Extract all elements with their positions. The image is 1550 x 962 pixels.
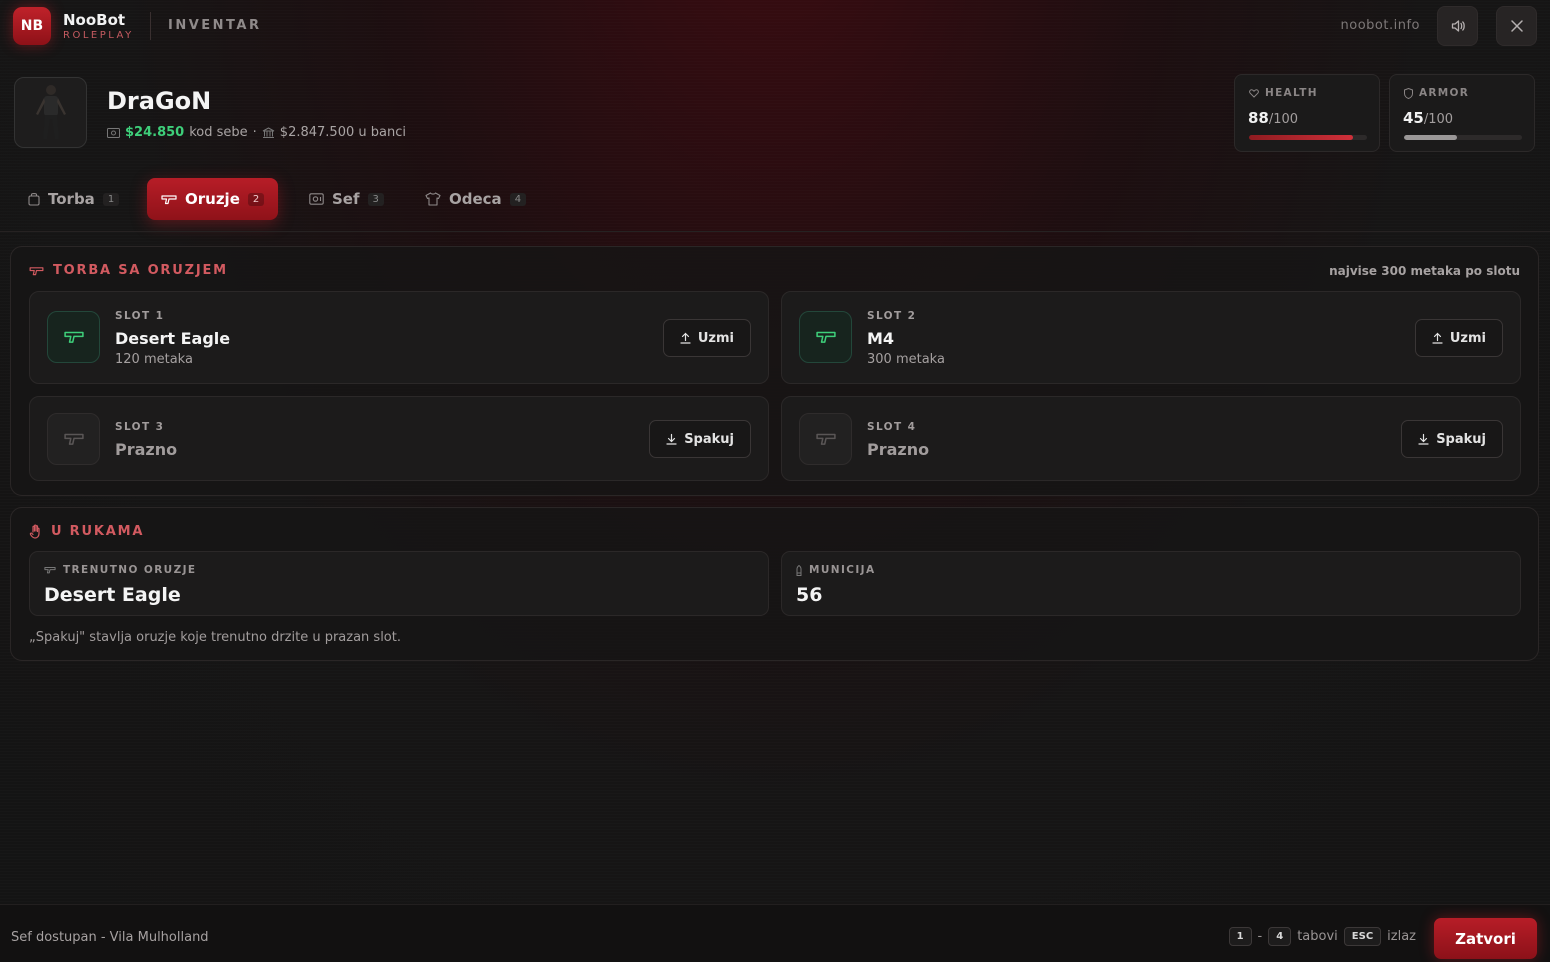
gun-icon bbox=[63, 331, 84, 343]
gun-icon bbox=[44, 566, 56, 574]
safe-status: Sef dostupan - Vila Mulholland bbox=[11, 930, 209, 945]
upload-icon bbox=[680, 332, 691, 344]
upload-icon bbox=[1432, 332, 1443, 344]
gun-icon bbox=[29, 266, 44, 275]
brand-subtitle: ROLEPLAY bbox=[63, 30, 134, 41]
health-bar bbox=[1249, 135, 1367, 140]
slot-2-ammo: 300 metaka bbox=[867, 352, 945, 367]
tab-sef[interactable]: Sef 3 bbox=[295, 178, 398, 220]
armor-bar bbox=[1404, 135, 1522, 140]
current-weapon-value: Desert Eagle bbox=[44, 584, 181, 606]
slot-4-pack-button[interactable]: Spakuj bbox=[1401, 420, 1503, 458]
heart-icon bbox=[1249, 88, 1259, 98]
brand-name: NooBot bbox=[63, 11, 126, 29]
brand-separator bbox=[150, 12, 151, 40]
close-icon bbox=[1510, 20, 1523, 32]
bank-icon bbox=[262, 126, 275, 138]
slot-1-label: SLOT 1 bbox=[115, 310, 165, 322]
slot-4-label: SLOT 4 bbox=[867, 421, 917, 433]
money-line: $24.850 kod sebe · $2.847.500 u banci bbox=[107, 125, 406, 140]
bag-icon bbox=[28, 193, 40, 206]
armor-bar-fill bbox=[1404, 135, 1458, 140]
pack-hint: „Spakuj" stavlja oruzje koje trenutno dr… bbox=[29, 630, 401, 645]
keyboard-hints: 1 - 4 tabovi ESC izlaz bbox=[1228, 927, 1416, 946]
health-label: HEALTH bbox=[1249, 87, 1318, 99]
key-4: 4 bbox=[1268, 927, 1292, 946]
key-esc: ESC bbox=[1343, 927, 1382, 946]
slot-1-take-button[interactable]: Uzmi bbox=[662, 319, 751, 357]
sound-button[interactable] bbox=[1437, 6, 1478, 46]
slot-2-label: SLOT 2 bbox=[867, 310, 917, 322]
tab-divider bbox=[0, 231, 1550, 232]
money-separator: · bbox=[252, 125, 257, 140]
gun-icon bbox=[815, 331, 836, 343]
key-1: 1 bbox=[1228, 927, 1252, 946]
weapon-slot-2: SLOT 2 M4 300 metaka Uzmi bbox=[781, 291, 1521, 384]
avatar bbox=[14, 77, 87, 148]
bullet-icon bbox=[796, 564, 802, 576]
safe-icon bbox=[309, 193, 324, 205]
close-inventory-button[interactable]: Zatvori bbox=[1434, 918, 1537, 959]
current-weapon-label: TRENUTNO ORUZJE bbox=[44, 564, 197, 576]
slot-capacity-note: najvise 300 metaka po slotu bbox=[1329, 264, 1520, 278]
player-name: DraGoN bbox=[107, 87, 212, 115]
in-hands-panel: U RUKAMA TRENUTNO ORUZJE Desert Eagle MU… bbox=[10, 507, 1539, 661]
weapon-slot-4: SLOT 4 Prazno Spakuj bbox=[781, 396, 1521, 481]
slot-1-icon bbox=[47, 311, 100, 363]
gun-icon bbox=[161, 194, 177, 204]
tab-torba[interactable]: Torba 1 bbox=[14, 178, 133, 220]
slot-3-label: SLOT 3 bbox=[115, 421, 165, 433]
banknote-icon bbox=[107, 127, 120, 138]
armor-value: 45/100 bbox=[1403, 109, 1454, 127]
weapon-slot-3: SLOT 3 Prazno Spakuj bbox=[29, 396, 769, 481]
key-range-dash: - bbox=[1257, 929, 1263, 944]
shirt-icon bbox=[425, 192, 441, 206]
slot-2-weapon: M4 bbox=[867, 329, 895, 348]
character-figure-icon bbox=[35, 84, 66, 139]
slot-3-icon bbox=[47, 413, 100, 465]
speaker-icon bbox=[1451, 20, 1465, 32]
weapon-slot-1: SLOT 1 Desert Eagle 120 metaka Uzmi bbox=[29, 291, 769, 384]
close-button[interactable] bbox=[1496, 6, 1537, 46]
ammo-value: 56 bbox=[796, 584, 823, 606]
health-card: HEALTH 88/100 bbox=[1234, 74, 1380, 152]
shield-icon bbox=[1404, 87, 1413, 99]
weapons-bag-panel: TORBA SA ORUZJEM najvise 300 metaka po s… bbox=[10, 246, 1539, 496]
logo-badge: NB bbox=[13, 7, 51, 45]
health-value: 88/100 bbox=[1248, 109, 1299, 127]
hand-icon bbox=[29, 524, 40, 539]
slot-1-weapon: Desert Eagle bbox=[115, 329, 231, 348]
health-bar-fill bbox=[1249, 135, 1353, 140]
ammo-label: MUNICIJA bbox=[796, 564, 876, 576]
slot-3-weapon: Prazno bbox=[115, 440, 178, 459]
slot-1-ammo: 120 metaka bbox=[115, 352, 193, 367]
tab-odeca[interactable]: Odeca 4 bbox=[411, 178, 540, 220]
armor-label: ARMOR bbox=[1404, 87, 1469, 99]
esc-hint-label: izlaz bbox=[1387, 929, 1416, 944]
current-weapon-card: TRENUTNO ORUZJE Desert Eagle bbox=[29, 551, 769, 616]
footer-bar: Sef dostupan - Vila Mulholland 1 - 4 tab… bbox=[0, 904, 1550, 962]
top-bar: NB NooBot ROLEPLAY INVENTAR noobot.info bbox=[0, 0, 1550, 52]
tabs-hint-label: tabovi bbox=[1297, 929, 1338, 944]
tab-oruzje[interactable]: Oruzje 2 bbox=[147, 178, 279, 220]
slot-4-weapon: Prazno bbox=[867, 440, 930, 459]
weapons-panel-title: TORBA SA ORUZJEM bbox=[29, 263, 228, 278]
bank-amount: $2.847.500 u banci bbox=[279, 125, 406, 140]
slot-3-pack-button[interactable]: Spakuj bbox=[649, 420, 751, 458]
gun-icon bbox=[815, 433, 836, 445]
hands-panel-title: U RUKAMA bbox=[29, 524, 144, 539]
page-title: INVENTAR bbox=[168, 18, 262, 33]
download-icon bbox=[1418, 433, 1429, 445]
site-link[interactable]: noobot.info bbox=[1341, 18, 1420, 33]
slot-2-take-button[interactable]: Uzmi bbox=[1414, 319, 1503, 357]
slot-2-icon bbox=[799, 311, 852, 363]
armor-card: ARMOR 45/100 bbox=[1389, 74, 1535, 152]
slot-4-icon bbox=[799, 413, 852, 465]
cash-suffix: kod sebe bbox=[189, 125, 248, 140]
gun-icon bbox=[63, 433, 84, 445]
download-icon bbox=[666, 433, 677, 445]
cash-amount: $24.850 bbox=[125, 125, 185, 140]
ammo-card: MUNICIJA 56 bbox=[781, 551, 1521, 616]
